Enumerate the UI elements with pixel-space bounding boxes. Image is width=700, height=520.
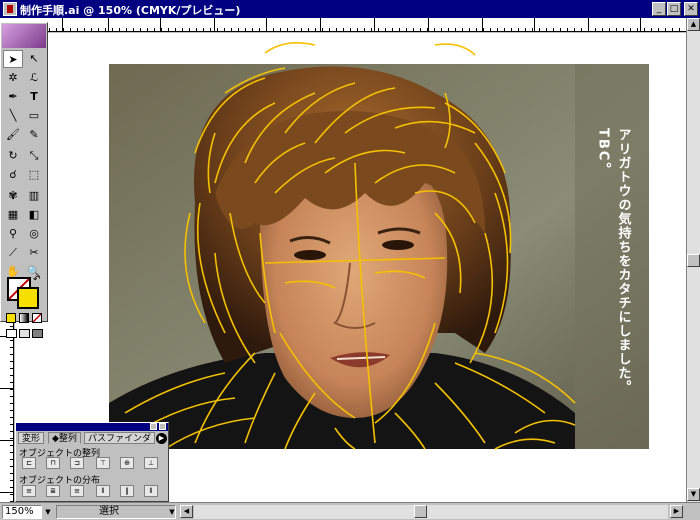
tab-align[interactable]: ◆整列 xyxy=(48,432,81,444)
selection-tool-icon[interactable]: ➤ xyxy=(3,50,23,68)
status-bar: 150% ▼ 選択 ▼ ◀ ▶ xyxy=(0,502,700,520)
screen-mode-full-icon[interactable] xyxy=(32,329,43,338)
tab-align-label: 整列 xyxy=(58,434,77,444)
scale-tool-icon[interactable]: ⤡ xyxy=(24,147,44,165)
distribute-right-icon[interactable]: ⫴ xyxy=(144,485,158,497)
status-dropdown-arrow[interactable]: ▼ xyxy=(166,505,178,519)
scissors-tool-icon[interactable]: ✂ xyxy=(24,244,44,262)
scroll-left-button[interactable]: ◀ xyxy=(180,505,193,518)
title-bar[interactable]: 制作手順.ai @ 150% (CMYK/プレビュー) _ □ ✕ xyxy=(0,0,700,18)
eyedropper-tool-icon[interactable]: ⚲ xyxy=(3,225,23,243)
screen-mode-standard-icon[interactable] xyxy=(6,329,17,338)
line-tool-icon[interactable]: ╲ xyxy=(3,107,23,125)
zoom-dropdown-arrow[interactable]: ▼ xyxy=(42,505,54,519)
none-mode-icon[interactable] xyxy=(32,313,42,323)
align-right-icon[interactable]: ⊐ xyxy=(70,457,84,469)
distribute-top-icon[interactable]: ≡ xyxy=(22,485,36,497)
type-tool-icon[interactable]: T xyxy=(24,88,44,106)
direct-selection-tool-icon[interactable]: ↖ xyxy=(24,50,44,68)
ad-copy-main: アリガトウの気持ちをカタチにしました。 xyxy=(616,128,632,394)
align-horizontal-center-icon[interactable]: ⊓ xyxy=(46,457,60,469)
rectangle-tool-icon[interactable]: ▭ xyxy=(24,107,44,125)
toolbox: ➤ ↖ ✲ ℒ ✒ T ╲ ▭ 🖌 ✎ ↻ ⤡ ☌ ⬚ ✾ ▥ ▦ ◧ ⚲ ◎ … xyxy=(0,22,48,338)
status-field[interactable]: 選択 xyxy=(56,505,176,519)
vertical-scroll-thumb[interactable] xyxy=(687,254,700,267)
free-transform-tool-icon[interactable]: ⬚ xyxy=(24,166,44,184)
tab-transform[interactable]: 変形 xyxy=(18,432,45,444)
palette-close-icon[interactable] xyxy=(159,423,166,430)
color-mode-icon[interactable] xyxy=(6,313,16,323)
scroll-right-button[interactable]: ▶ xyxy=(670,505,683,518)
distribute-left-icon[interactable]: ⫴ xyxy=(96,485,110,497)
mesh-tool-icon[interactable]: ▦ xyxy=(3,206,23,224)
fill-swatch[interactable] xyxy=(17,287,39,309)
symbol-sprayer-tool-icon[interactable]: ✾ xyxy=(3,187,23,205)
rotate-tool-icon[interactable]: ↻ xyxy=(3,147,23,165)
align-palette: 変形 ◆整列 パスファインダ ▶ オブジェクトの整列 ⊏ ⊓ ⊐ ⊤ ⊕ ⊥ オ… xyxy=(15,422,169,502)
align-bottom-icon[interactable]: ⊥ xyxy=(144,457,158,469)
align-top-icon[interactable]: ⊤ xyxy=(96,457,110,469)
screen-mode-full-menu-icon[interactable] xyxy=(19,329,30,338)
paintbrush-tool-icon[interactable]: 🖌 xyxy=(3,126,23,144)
horizontal-scroll-track[interactable] xyxy=(194,505,668,519)
align-vertical-center-icon[interactable]: ⊕ xyxy=(120,457,134,469)
scroll-up-button[interactable]: ▲ xyxy=(687,18,700,31)
horizontal-scroll-thumb[interactable] xyxy=(414,505,427,518)
swap-colors-icon[interactable]: ↶ xyxy=(33,275,41,285)
graph-tool-icon[interactable]: ▥ xyxy=(24,187,44,205)
gradient-tool-icon[interactable]: ◧ xyxy=(24,206,44,224)
vertical-scrollbar[interactable]: ▲ ▼ xyxy=(686,18,700,502)
gradient-mode-icon[interactable] xyxy=(19,313,29,323)
palette-menu-icon[interactable]: ▶ xyxy=(156,433,167,444)
zoom-level-field[interactable]: 150% xyxy=(2,505,42,519)
minimize-button[interactable]: _ xyxy=(652,2,666,16)
ad-copy-brand: TBC。 xyxy=(596,128,611,177)
align-left-icon[interactable]: ⊏ xyxy=(22,457,36,469)
tab-pathfinder[interactable]: パスファインダ xyxy=(84,432,156,444)
close-button[interactable]: ✕ xyxy=(684,2,698,16)
horizontal-ruler[interactable] xyxy=(0,18,686,32)
distribute-horizontal-center-icon[interactable]: ‖ xyxy=(120,485,134,497)
slice-tool-icon[interactable]: ⟋ xyxy=(3,244,23,262)
maximize-button[interactable]: □ xyxy=(667,2,681,16)
blend-tool-icon[interactable]: ◎ xyxy=(24,225,44,243)
lasso-tool-icon[interactable]: ℒ xyxy=(24,69,44,87)
illustrator-app-icon[interactable] xyxy=(3,2,17,16)
distribute-vertical-center-icon[interactable]: ≣ xyxy=(46,485,60,497)
scroll-down-button[interactable]: ▼ xyxy=(687,488,700,501)
window-title: 制作手順.ai @ 150% (CMYK/プレビュー) xyxy=(20,4,241,17)
pen-tool-icon[interactable]: ✒ xyxy=(3,88,23,106)
warp-tool-icon[interactable]: ☌ xyxy=(3,166,23,184)
distribute-bottom-icon[interactable]: ≡ xyxy=(70,485,84,497)
palette-title-bar[interactable] xyxy=(16,423,168,431)
magic-wand-tool-icon[interactable]: ✲ xyxy=(3,69,23,87)
palette-minimize-icon[interactable] xyxy=(150,423,157,430)
pencil-tool-icon[interactable]: ✎ xyxy=(24,126,44,144)
toolbox-logo[interactable] xyxy=(2,24,46,48)
